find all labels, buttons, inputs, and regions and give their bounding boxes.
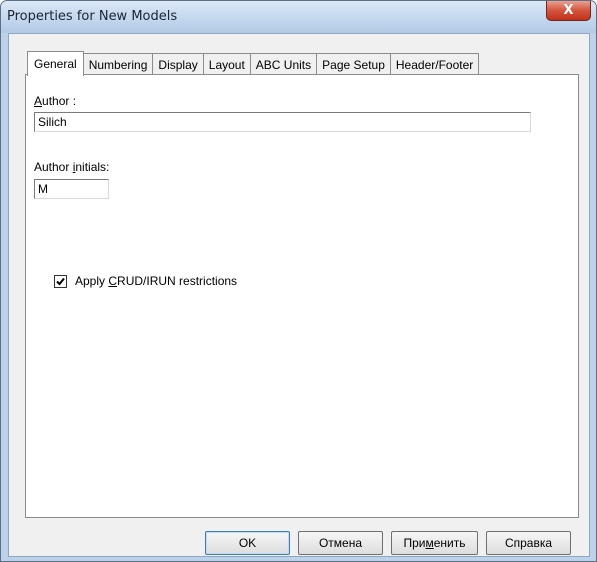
tab-layout[interactable]: Layout xyxy=(202,53,251,75)
dialog-client-area: General Numbering Display Layout ABC Uni… xyxy=(8,33,590,557)
tab-numbering[interactable]: Numbering xyxy=(82,53,154,75)
apply-button[interactable]: При м енить xyxy=(391,531,478,555)
tab-strip: General Numbering Display Layout ABC Uni… xyxy=(27,50,480,76)
ok-button[interactable]: OK xyxy=(205,531,290,555)
author-input[interactable] xyxy=(34,112,531,132)
author-initials-label: Author initials: xyxy=(34,160,110,174)
general-tab-panel: Author : Author initials: Apply CRUD/IRU… xyxy=(25,74,579,518)
tab-general[interactable]: General xyxy=(27,51,84,76)
author-label: Author : xyxy=(34,94,77,108)
close-icon: X xyxy=(563,3,574,18)
close-button[interactable]: X xyxy=(546,1,591,21)
title-bar[interactable]: Properties for New Models X xyxy=(1,1,596,33)
crud-irun-option[interactable]: Apply CRUD/IRUN restrictions xyxy=(54,274,237,288)
checkmark-icon xyxy=(56,277,65,285)
tab-header-footer[interactable]: Header/Footer xyxy=(389,53,480,75)
author-initials-input[interactable] xyxy=(34,179,109,199)
tab-abc-units[interactable]: ABC Units xyxy=(249,53,318,75)
crud-irun-label: Apply CRUD/IRUN restrictions xyxy=(75,274,238,288)
cancel-button[interactable]: Отмена xyxy=(298,531,383,555)
tab-page-setup[interactable]: Page Setup xyxy=(316,53,391,75)
help-button[interactable]: Справка xyxy=(486,531,571,555)
tab-display[interactable]: Display xyxy=(152,53,204,75)
properties-dialog: Properties for New Models X General Numb… xyxy=(0,0,597,562)
crud-irun-checkbox[interactable] xyxy=(54,274,67,288)
window-title: Properties for New Models xyxy=(7,9,178,24)
